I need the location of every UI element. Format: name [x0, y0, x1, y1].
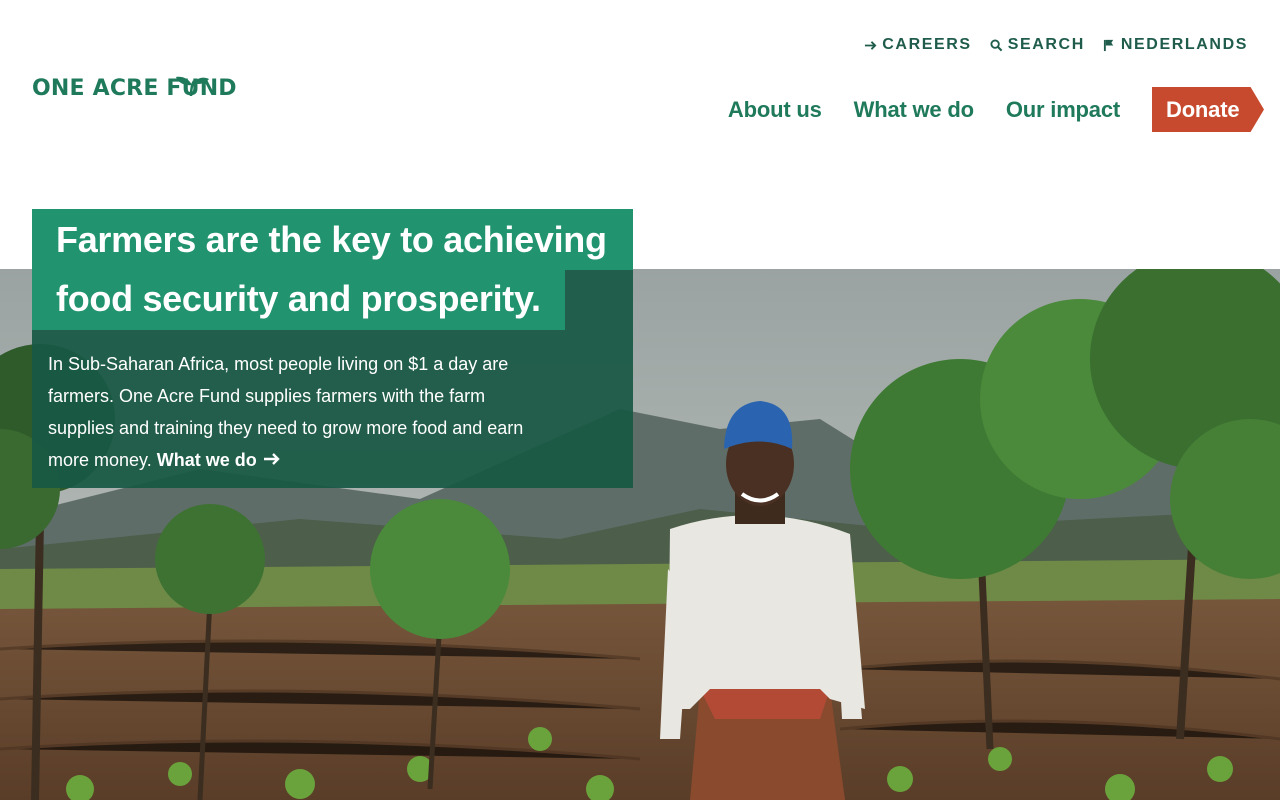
logo[interactable]: ONE ACRE FUND: [32, 76, 237, 100]
nav-about-us[interactable]: About us: [728, 97, 822, 123]
headline-line-1: Farmers are the key to achieving: [32, 209, 633, 270]
hero-intro-text: In Sub-Saharan Africa, most people livin…: [48, 348, 538, 476]
careers-link[interactable]: CAREERS: [864, 36, 971, 54]
arrow-right-icon: [263, 453, 280, 465]
search-label: SEARCH: [1007, 36, 1085, 53]
language-label: NEDERLANDS: [1120, 36, 1248, 53]
hero-intro-box: In Sub-Saharan Africa, most people livin…: [32, 330, 633, 488]
language-link[interactable]: NEDERLANDS: [1103, 36, 1248, 54]
what-we-do-label: What we do: [156, 450, 257, 470]
nav-our-impact[interactable]: Our impact: [1006, 97, 1120, 123]
hero-intro-body: In Sub-Saharan Africa, most people livin…: [48, 354, 524, 470]
headline-line-2: food security and prosperity.: [32, 270, 565, 330]
nav-what-we-do[interactable]: What we do: [854, 97, 974, 123]
arrow-right-icon: [865, 40, 877, 50]
flag-icon: [1103, 39, 1114, 51]
sprout-icon: [176, 76, 209, 96]
search-icon: [990, 38, 1003, 51]
donate-button[interactable]: Donate: [1152, 87, 1264, 132]
main-nav: About us What we do Our impact Donate: [728, 87, 1264, 132]
hero-headline: Farmers are the key to achieving food se…: [32, 209, 633, 330]
careers-label: CAREERS: [882, 36, 972, 53]
search-link[interactable]: SEARCH: [990, 36, 1085, 54]
what-we-do-link[interactable]: What we do: [157, 450, 281, 470]
utility-nav: CAREERS SEARCH NEDERLANDS: [864, 36, 1248, 54]
